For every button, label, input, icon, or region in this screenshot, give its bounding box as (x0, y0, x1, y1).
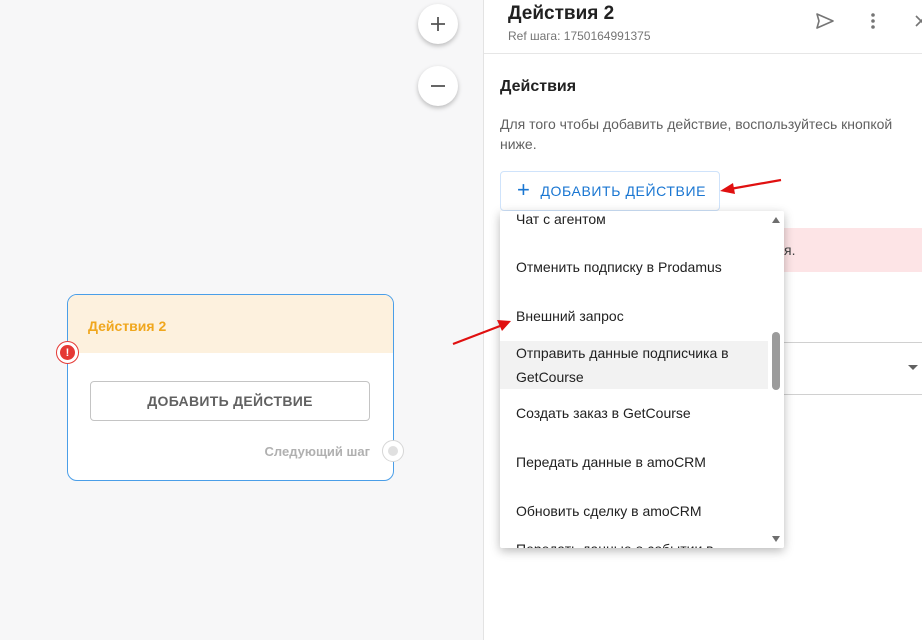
caret-down-icon (908, 365, 918, 370)
scroll-up-icon[interactable] (772, 217, 780, 223)
flow-node-actions[interactable]: Действия 2 ДОБАВИТЬ ДЕЙСТВИЕ Следующий ш… (67, 294, 404, 481)
panel-header: Действия 2 Ref шага: 1750164991375 (484, 0, 922, 54)
action-select[interactable] (784, 342, 922, 395)
more-vert-icon[interactable] (862, 10, 884, 32)
dropdown-item[interactable]: Передать данные о событии в (500, 537, 768, 548)
action-type-dropdown[interactable]: Чат с агентом Отменить подписку в Prodam… (500, 211, 784, 548)
add-action-button[interactable]: + ДОБАВИТЬ ДЕЙСТВИЕ (500, 171, 720, 211)
send-icon[interactable] (814, 10, 836, 32)
dropdown-item[interactable]: Внешний запрос (500, 304, 768, 328)
scroll-down-icon[interactable] (772, 536, 780, 542)
error-icon: ! (60, 345, 75, 360)
dropdown-scrollbar[interactable] (768, 211, 784, 548)
plus-icon: + (517, 177, 531, 202)
dropdown-item[interactable]: Отправить данные подписчика в GetCourse (500, 341, 768, 389)
port-dot (388, 446, 398, 456)
error-alert-text: я. (784, 242, 796, 258)
next-step-label: Следующий шаг (264, 444, 371, 459)
dropdown-item[interactable]: Чат с агентом (500, 211, 768, 233)
actions-description: Для того чтобы добавить действие, воспол… (500, 116, 893, 152)
actions-section-title: Действия (500, 78, 577, 95)
node-title: Действия 2 (68, 295, 393, 353)
step-ref: Ref шага: 1750164991375 (508, 29, 651, 43)
error-alert: я. (784, 228, 922, 272)
flow-canvas[interactable]: Действия 2 ДОБАВИТЬ ДЕЙСТВИЕ Следующий ш… (0, 0, 483, 640)
dropdown-item[interactable]: Передать данные в amoCRM (500, 450, 768, 474)
add-action-label: ДОБАВИТЬ ДЕЙСТВИЕ (540, 183, 707, 199)
panel-title: Действия 2 (508, 3, 615, 24)
minus-icon (431, 85, 445, 87)
zoom-in-button[interactable] (418, 4, 458, 44)
zoom-out-button[interactable] (418, 66, 458, 106)
close-icon[interactable] (910, 10, 922, 32)
node-add-action-button[interactable]: ДОБАВИТЬ ДЕЙСТВИЕ (90, 381, 370, 421)
dropdown-item[interactable]: Обновить сделку в amoCRM (500, 499, 768, 523)
scrollbar-thumb[interactable] (772, 332, 780, 390)
next-step-port[interactable] (382, 440, 404, 462)
dropdown-item[interactable]: Создать заказ в GetCourse (500, 401, 768, 425)
dropdown-item[interactable]: Отменить подписку в Prodamus (500, 255, 768, 279)
error-badge: ! (56, 341, 79, 364)
plus-icon (431, 17, 445, 31)
